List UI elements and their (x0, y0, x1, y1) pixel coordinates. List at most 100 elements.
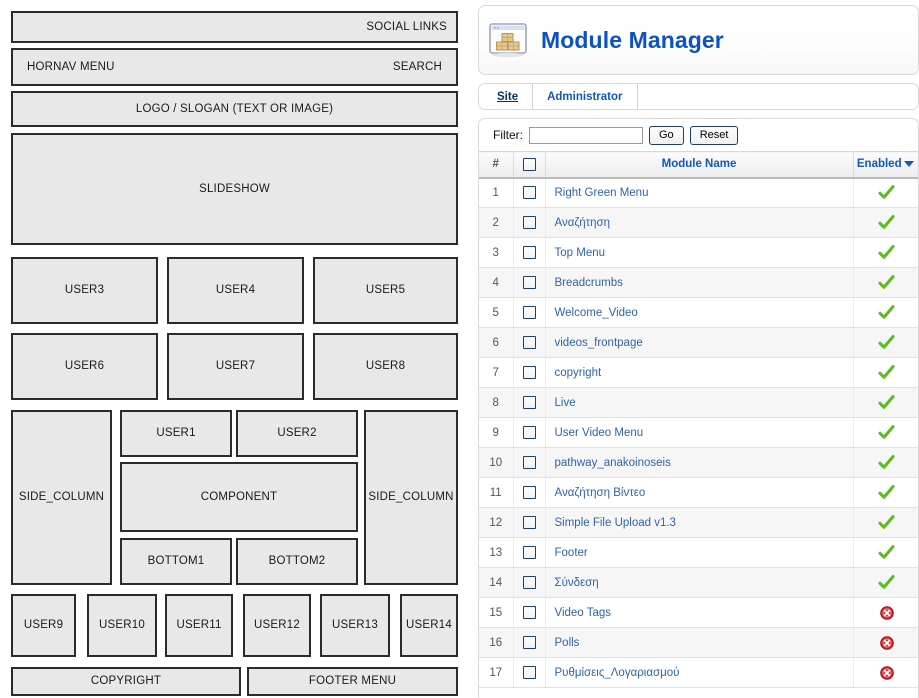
module-name-link[interactable]: Ρυθμίσεις_Λογαριασμού (555, 667, 680, 679)
layout-box-user8[interactable]: USER8 (313, 333, 458, 400)
row-checkbox[interactable] (522, 516, 536, 529)
tab-administrator[interactable]: Administrator (533, 84, 638, 109)
enabled-toggle-on[interactable] (853, 417, 918, 448)
row-checkbox[interactable] (522, 636, 536, 649)
enabled-toggle-on[interactable] (853, 387, 918, 418)
row-checkbox[interactable] (522, 426, 536, 439)
search-input[interactable] (529, 126, 643, 144)
module-name-link[interactable]: pathway_anakoinoseis (555, 457, 671, 469)
module-name-link[interactable]: Polls (555, 637, 580, 649)
layout-box-user12[interactable]: USER12 (243, 594, 311, 657)
column-header-num[interactable]: # (479, 151, 514, 179)
enabled-toggle-on[interactable] (853, 207, 918, 238)
enabled-toggle-on[interactable] (853, 327, 918, 358)
row-checkbox[interactable] (522, 276, 536, 289)
row-checkbox[interactable] (522, 246, 536, 259)
enabled-toggle-on[interactable] (853, 447, 918, 478)
module-name-link[interactable]: Αναζήτηση Βίντεο (555, 487, 646, 499)
enabled-toggle-off[interactable] (853, 657, 918, 688)
tab-site[interactable]: Site (479, 84, 534, 109)
module-name-link[interactable]: copyright (555, 367, 602, 379)
column-header-select-all[interactable] (513, 151, 546, 179)
row-checkbox[interactable] (522, 486, 536, 499)
enabled-toggle-off[interactable] (853, 627, 918, 658)
row-checkbox[interactable] (522, 576, 536, 589)
module-name-link[interactable]: Video Tags (555, 607, 611, 619)
layout-box-user3[interactable]: USER3 (11, 257, 158, 324)
layout-box-user5[interactable]: USER5 (313, 257, 458, 324)
module-name-cell: Footer (545, 537, 854, 568)
module-name-link[interactable]: Right Green Menu (555, 187, 649, 199)
enabled-toggle-on[interactable] (853, 537, 918, 568)
layout-box-hornav-search[interactable]: HORNAV MENU SEARCH (11, 48, 458, 86)
layout-box-user6[interactable]: USER6 (11, 333, 158, 400)
enabled-toggle-on[interactable] (853, 477, 918, 508)
layout-box-user2[interactable]: USER2 (236, 410, 358, 457)
layout-box-side-column-right[interactable]: SIDE_COLUMN (364, 410, 458, 585)
row-checkbox[interactable] (522, 396, 536, 409)
module-name-cell: Video Tags (545, 597, 854, 628)
module-name-link[interactable]: Footer (555, 547, 588, 559)
enabled-toggle-on[interactable] (853, 357, 918, 388)
module-name-cell: pathway_anakoinoseis (545, 447, 854, 478)
layout-box-user10[interactable]: USER10 (87, 594, 157, 657)
module-name-link[interactable]: Live (555, 397, 576, 409)
enabled-toggle-on[interactable] (853, 267, 918, 298)
layout-box-user9[interactable]: USER9 (11, 594, 76, 657)
layout-box-bottom1[interactable]: BOTTOM1 (120, 538, 232, 585)
row-checkbox-cell (513, 507, 546, 538)
layout-box-side-column-left[interactable]: SIDE_COLUMN (11, 410, 112, 585)
enabled-toggle-on[interactable] (853, 567, 918, 598)
row-checkbox[interactable] (522, 216, 536, 229)
green-check-icon (878, 455, 895, 470)
row-checkbox-cell (513, 447, 546, 478)
row-checkbox[interactable] (522, 666, 536, 679)
layout-box-logo-slogan[interactable]: LOGO / SLOGAN (TEXT OR IMAGE) (11, 91, 458, 127)
module-name-link[interactable]: videos_frontpage (555, 337, 643, 349)
layout-box-bottom2[interactable]: BOTTOM2 (236, 538, 358, 585)
layout-box-footer-menu[interactable]: FOOTER MENU (247, 667, 458, 696)
module-name-cell: copyright (545, 357, 854, 388)
row-checkbox-cell (513, 567, 546, 598)
page-title: Module Manager (541, 26, 724, 53)
enabled-toggle-on[interactable] (853, 507, 918, 538)
row-checkbox[interactable] (522, 336, 536, 349)
module-name-link[interactable]: Σύνδεση (555, 577, 599, 589)
module-name-link[interactable]: Top Menu (555, 247, 606, 259)
layout-box-label-search: SEARCH (392, 60, 442, 73)
module-manager-icon (487, 19, 529, 61)
layout-box-user7[interactable]: USER7 (167, 333, 304, 400)
layout-box-user14[interactable]: USER14 (400, 594, 458, 657)
module-name-cell: User Video Menu (545, 417, 854, 448)
layout-box-user13[interactable]: USER13 (320, 594, 390, 657)
row-checkbox[interactable] (522, 186, 536, 200)
layout-box-user1[interactable]: USER1 (120, 410, 232, 457)
layout-box-copyright[interactable]: COPYRIGHT (11, 667, 241, 696)
row-index: 4 (479, 267, 514, 298)
layout-box-user4[interactable]: USER4 (167, 257, 304, 324)
module-name-link[interactable]: Simple File Upload v1.3 (555, 517, 676, 529)
column-header-enabled[interactable]: Enabled (853, 151, 918, 179)
enabled-toggle-on[interactable] (853, 297, 918, 328)
row-checkbox[interactable] (522, 366, 536, 379)
enabled-toggle-on[interactable] (853, 237, 918, 268)
module-name-link[interactable]: Αναζήτηση (555, 217, 611, 229)
module-name-link[interactable]: Welcome_Video (555, 307, 638, 319)
layout-box-user11[interactable]: USER11 (165, 594, 233, 657)
enabled-toggle-on[interactable] (853, 177, 918, 208)
select-all-checkbox[interactable] (522, 157, 536, 171)
row-index: 2 (479, 207, 514, 238)
row-checkbox[interactable] (522, 456, 536, 469)
enabled-toggle-off[interactable] (853, 597, 918, 628)
column-header-module-name[interactable]: Module Name (545, 151, 854, 179)
layout-box-slideshow[interactable]: SLIDESHOW (11, 133, 458, 245)
module-name-link[interactable]: User Video Menu (555, 427, 644, 439)
layout-box-social-links[interactable]: SOCIAL LINKS (11, 11, 458, 43)
row-checkbox[interactable] (522, 546, 536, 559)
row-checkbox[interactable] (522, 606, 536, 619)
reset-button[interactable]: Reset (689, 125, 739, 145)
module-name-link[interactable]: Breadcrumbs (555, 277, 623, 289)
row-checkbox[interactable] (522, 306, 536, 319)
layout-box-component[interactable]: COMPONENT (120, 462, 358, 532)
go-button[interactable]: Go (649, 125, 684, 145)
